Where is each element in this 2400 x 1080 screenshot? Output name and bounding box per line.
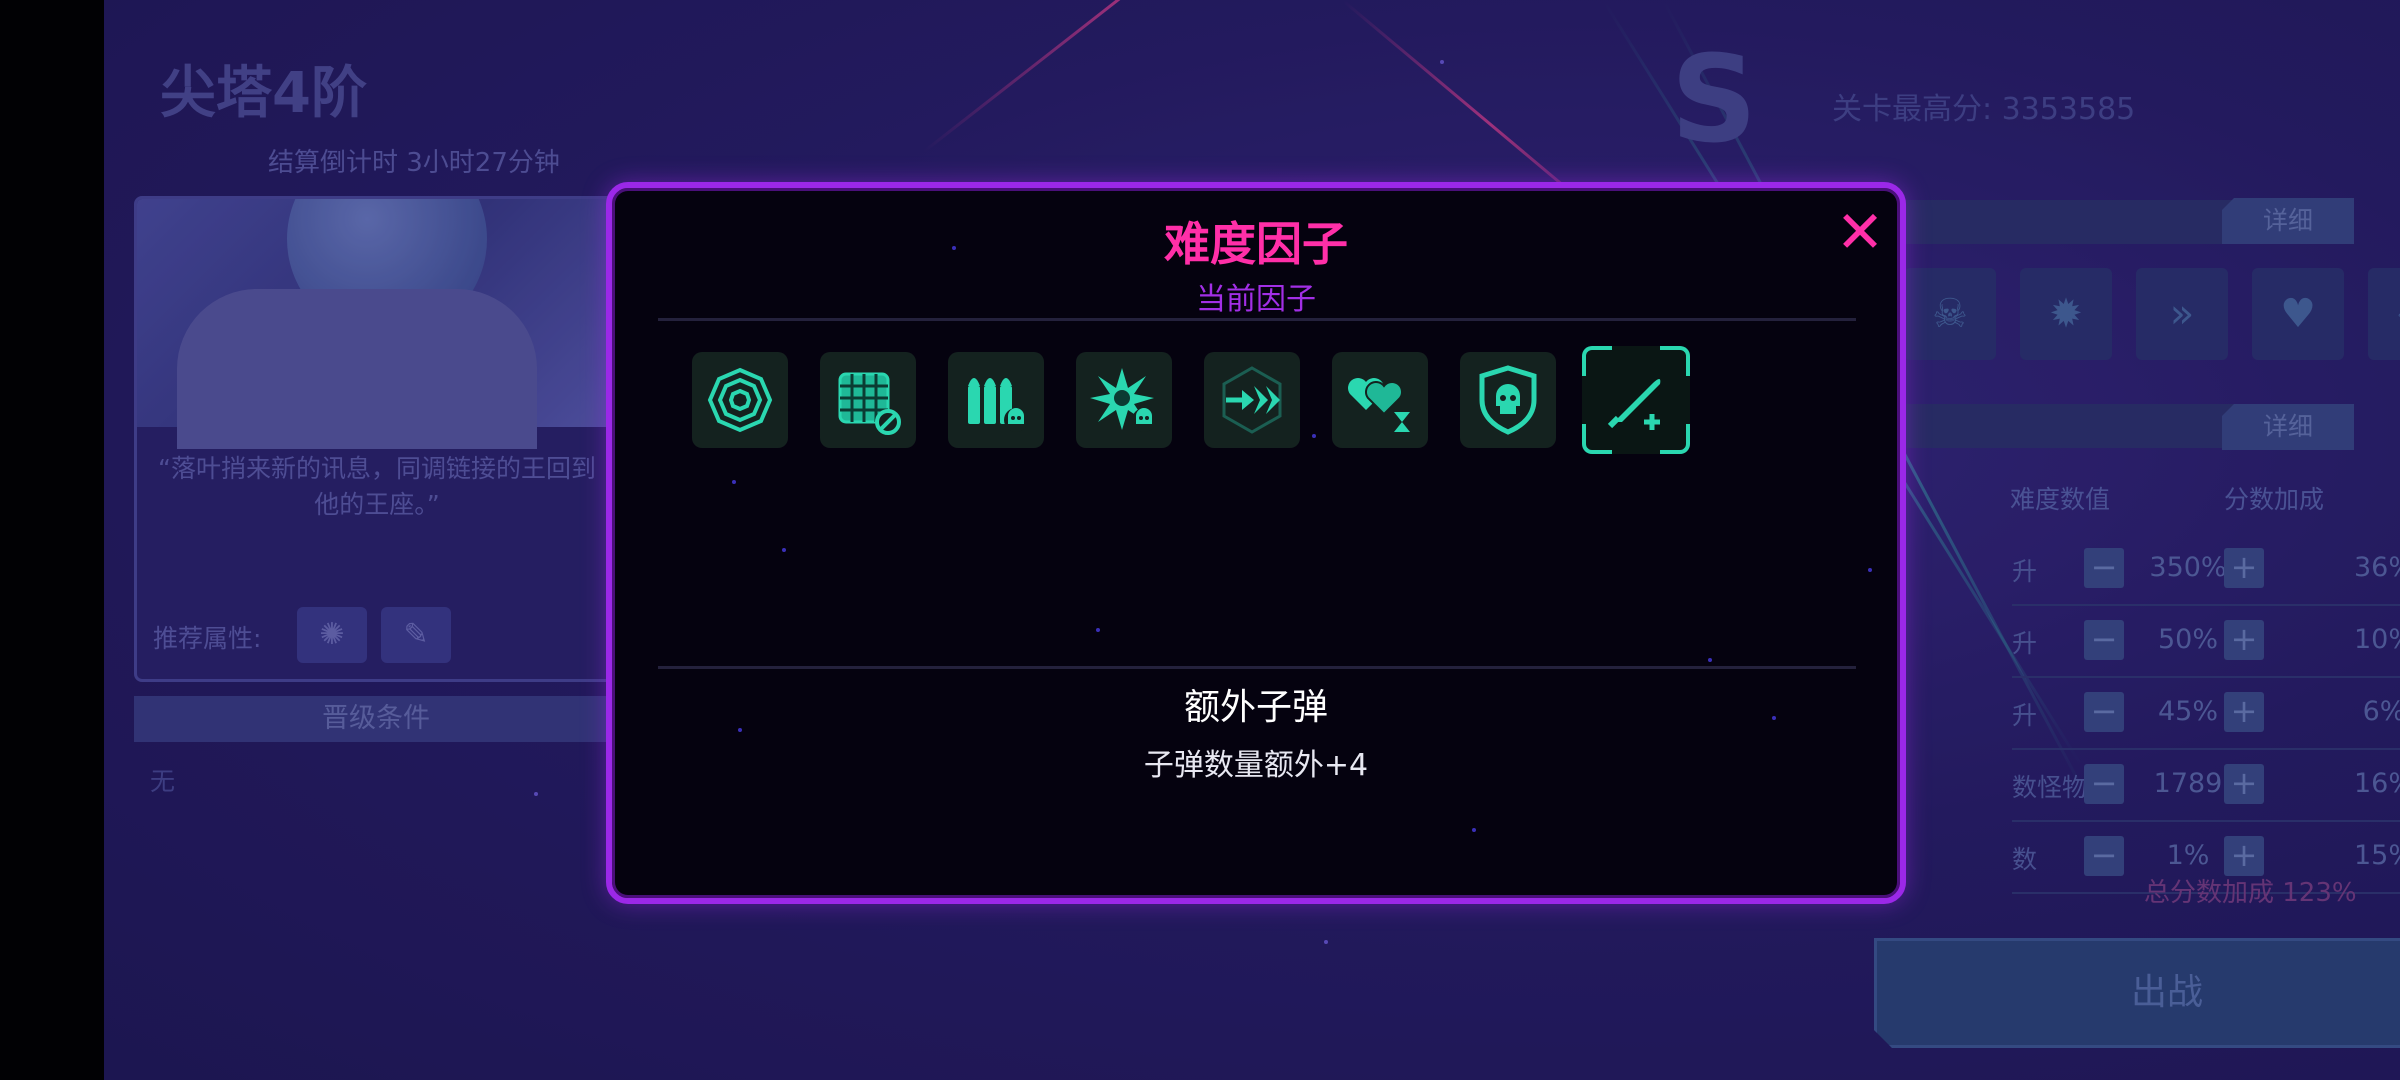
hearts-timer-icon [1348, 378, 1410, 432]
difficulty-factor-modal: 难度因子 当前因子 ✕ 额外子弹 子弹数量额外+4 [606, 182, 1906, 904]
star [732, 480, 736, 484]
arrows-speed-icon [1222, 366, 1282, 434]
grid-block-icon [838, 372, 901, 435]
star [1472, 828, 1476, 832]
spiky-burst-skull-icon [1090, 368, 1156, 432]
star [1312, 434, 1316, 438]
modal-subtitle: 当前因子 [1196, 282, 1316, 317]
modal-title: 难度因子 [1164, 217, 1348, 271]
factor-shield-skull[interactable] [1460, 352, 1556, 448]
factor-spiky-burst-skull[interactable] [1076, 352, 1172, 448]
concentric-target-icon [707, 367, 773, 433]
bullets-skull-icon [968, 378, 1028, 432]
factor-hearts-timer[interactable] [1332, 352, 1428, 448]
factor-name: 额外子弹 [1183, 687, 1328, 728]
bullet-plus-icon [1607, 379, 1661, 430]
star [1096, 628, 1100, 632]
shield-skull-icon [1479, 365, 1537, 435]
factor-bullets-skull[interactable] [948, 352, 1044, 448]
factor-bullet-plus[interactable] [1582, 346, 1690, 454]
factor-arrows-speed[interactable] [1204, 352, 1300, 448]
star [782, 548, 786, 552]
factor-concentric-target[interactable] [692, 352, 788, 448]
divider [658, 666, 1856, 669]
star [1708, 658, 1712, 662]
factor-description: 子弹数量额外+4 [1143, 748, 1369, 783]
close-icon[interactable]: ✕ [1832, 203, 1888, 261]
divider [658, 318, 1856, 321]
factor-grid-block[interactable] [820, 352, 916, 448]
star [1868, 568, 1872, 572]
